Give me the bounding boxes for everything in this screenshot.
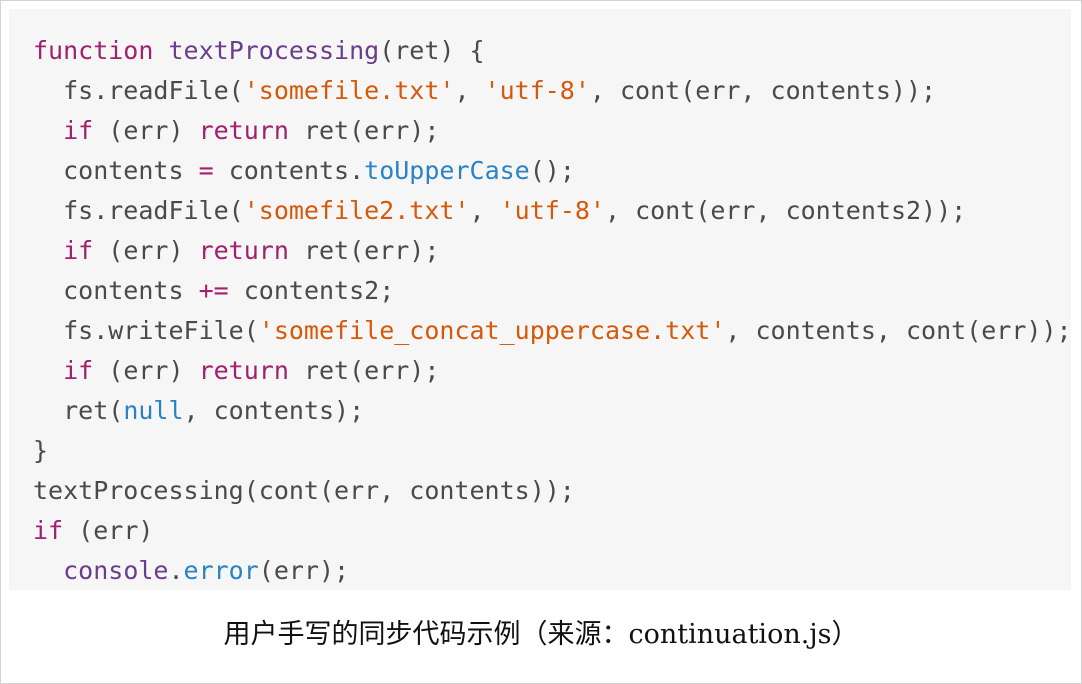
figure-caption: 用户手写的同步代码示例（来源：continuation.js） xyxy=(223,619,859,650)
code-line: function textProcessing(ret) { xyxy=(33,31,1071,71)
code-line: ret(null, contents); xyxy=(33,391,1071,431)
code-figure: function textProcessing(ret) { fs.readFi… xyxy=(0,0,1082,684)
code-token: error xyxy=(183,556,259,585)
code-token: (err) xyxy=(93,236,199,265)
code-token: null xyxy=(123,396,184,425)
code-token: textProcessing xyxy=(168,36,380,65)
code-token: , contents); xyxy=(183,396,365,425)
code-token: } xyxy=(33,436,49,465)
code-token: if xyxy=(63,236,94,265)
code-token: if xyxy=(63,356,94,385)
code-token: (ret) { xyxy=(379,36,485,65)
code-line: fs.readFile('somefile2.txt', 'utf-8', co… xyxy=(33,191,1071,231)
code-token: fs.readFile( xyxy=(33,76,244,105)
code-token: , contents, cont(err)); xyxy=(725,316,1071,345)
code-token: contents2; xyxy=(228,276,395,305)
code-token: . xyxy=(168,556,184,585)
code-line: textProcessing(cont(err, contents)); xyxy=(33,471,1071,511)
code-token: return xyxy=(198,116,289,145)
code-token: , cont(err, contents2)); xyxy=(604,196,967,225)
code-token: , cont(err, contents)); xyxy=(589,76,937,105)
code-token: ret( xyxy=(33,396,124,425)
code-token: 'somefile2.txt' xyxy=(243,196,470,225)
code-token: (err); xyxy=(258,556,350,585)
code-line: contents = contents.toUpperCase(); xyxy=(33,151,1071,191)
code-token: contents xyxy=(33,156,199,185)
code-line: if (err) return ret(err); xyxy=(33,231,1071,271)
code-listing: function textProcessing(ret) { fs.readFi… xyxy=(33,31,1071,590)
code-token: (err) xyxy=(93,116,199,145)
code-token: ret(err); xyxy=(288,236,440,265)
code-token: , xyxy=(469,196,500,225)
code-token: 'utf-8' xyxy=(499,196,605,225)
code-token: (err) xyxy=(93,356,199,385)
code-token: += xyxy=(198,276,229,305)
code-token: if xyxy=(63,116,94,145)
code-line: if (err) xyxy=(33,511,1071,551)
code-token: 'utf-8' xyxy=(484,76,590,105)
code-token: , xyxy=(454,76,485,105)
code-line: console.error(err); xyxy=(33,551,1071,590)
code-token: (); xyxy=(529,156,575,185)
code-token: (err) xyxy=(63,516,154,545)
code-token: return xyxy=(198,356,289,385)
code-token: console xyxy=(63,556,169,585)
code-token: fs.readFile( xyxy=(33,196,244,225)
code-line: fs.readFile('somefile.txt', 'utf-8', con… xyxy=(33,71,1071,111)
code-line: fs.writeFile('somefile_concat_uppercase.… xyxy=(33,311,1071,351)
code-token: 'somefile.txt' xyxy=(243,76,455,105)
code-token: toUpperCase xyxy=(364,156,530,185)
code-token: ret(err); xyxy=(288,116,440,145)
code-token: contents. xyxy=(213,156,365,185)
code-token: = xyxy=(198,156,214,185)
code-token: textProcessing(cont(err, contents)); xyxy=(33,476,575,505)
code-token: contents xyxy=(33,276,199,305)
code-token: ret(err); xyxy=(288,356,440,385)
code-line: if (err) return ret(err); xyxy=(33,351,1071,391)
code-line: if (err) return ret(err); xyxy=(33,111,1071,151)
code-block: function textProcessing(ret) { fs.readFi… xyxy=(9,9,1071,590)
code-token: return xyxy=(198,236,289,265)
code-token: if xyxy=(33,516,64,545)
code-token: fs.writeFile( xyxy=(33,316,259,345)
code-token: function xyxy=(33,36,154,65)
code-line: } xyxy=(33,431,1071,471)
code-line: contents += contents2; xyxy=(33,271,1071,311)
code-token: 'somefile_concat_uppercase.txt' xyxy=(258,316,726,345)
